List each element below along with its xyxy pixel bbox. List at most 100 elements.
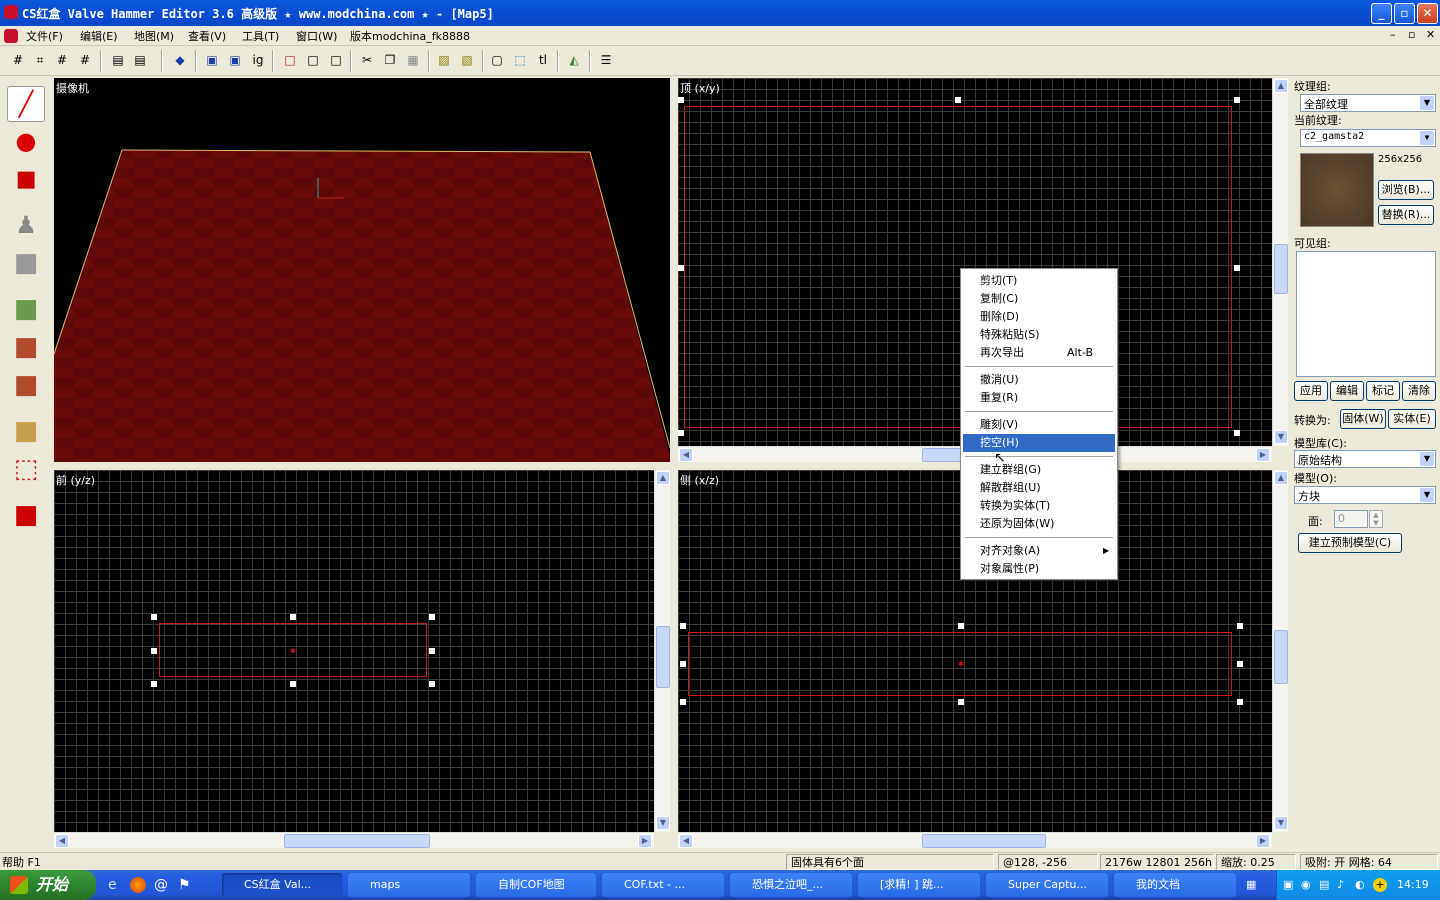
clear-button[interactable]: 清除 bbox=[1402, 381, 1436, 401]
apply-button[interactable]: 应用 bbox=[1294, 381, 1328, 401]
resize-handle[interactable] bbox=[678, 97, 684, 103]
cube-outline-icon[interactable]: □ bbox=[281, 51, 299, 69]
task-my-documents[interactable]: 我的文档 bbox=[1114, 873, 1236, 897]
menu-edit[interactable]: 编辑(E) bbox=[80, 28, 118, 44]
magnify-tool-icon[interactable]: ● bbox=[7, 124, 45, 160]
side-view-hscroll[interactable]: ◀ ▶ bbox=[678, 832, 1272, 848]
resize-handle[interactable] bbox=[151, 681, 157, 687]
menu-item-paste-special[interactable]: 特殊粘贴(S) bbox=[963, 326, 1115, 344]
scroll-right-icon[interactable]: ▶ bbox=[638, 834, 652, 848]
menu-item-group[interactable]: 建立群组(G) bbox=[963, 461, 1115, 479]
select-region-icon[interactable]: ⬚ bbox=[511, 51, 529, 69]
tray-network-icon[interactable]: ▣ bbox=[1283, 878, 1297, 892]
resize-handle[interactable] bbox=[429, 681, 435, 687]
cut-icon[interactable]: ✂ bbox=[358, 51, 376, 69]
resize-handle[interactable] bbox=[680, 623, 686, 629]
resize-handle[interactable] bbox=[151, 614, 157, 620]
resize-handle[interactable] bbox=[1234, 430, 1240, 436]
menu-view[interactable]: 查看(V) bbox=[188, 28, 226, 44]
scroll-up-icon[interactable]: ▲ bbox=[1274, 79, 1288, 93]
tray-update-icon[interactable]: + bbox=[1373, 878, 1387, 892]
to-solid-button[interactable]: 固体(W) bbox=[1340, 409, 1386, 429]
hide-selected-icon[interactable]: ▣ bbox=[203, 51, 221, 69]
hazard-box-icon[interactable]: ▧ bbox=[458, 51, 476, 69]
front-view-vscroll[interactable]: ▲ ▼ bbox=[654, 470, 670, 832]
decal-tool-icon[interactable]: ■ bbox=[7, 368, 45, 404]
scroll-down-icon[interactable]: ▼ bbox=[1274, 816, 1288, 830]
scroll-up-icon[interactable]: ▲ bbox=[1274, 471, 1288, 485]
resize-handle[interactable] bbox=[678, 430, 684, 436]
resize-handle[interactable] bbox=[680, 661, 686, 667]
scroll-down-icon[interactable]: ▼ bbox=[1274, 430, 1288, 444]
texture-lock-icon[interactable]: ◆ bbox=[171, 51, 189, 69]
task-maps[interactable]: maps bbox=[348, 873, 470, 897]
scroll-up-icon[interactable]: ▲ bbox=[656, 471, 670, 485]
ignore-groups-icon[interactable]: ig bbox=[249, 51, 267, 69]
hazard-stripes-icon[interactable]: ▨ bbox=[435, 51, 453, 69]
resize-handle[interactable] bbox=[1237, 623, 1243, 629]
menu-window[interactable]: 窗口(W) bbox=[296, 28, 337, 44]
start-button[interactable]: 开始 bbox=[0, 870, 96, 900]
scroll-left-icon[interactable]: ◀ bbox=[679, 448, 693, 462]
tl-icon[interactable]: tl bbox=[534, 51, 552, 69]
faces-input[interactable]: 0 bbox=[1334, 510, 1368, 528]
firefox-quicklaunch-icon[interactable] bbox=[130, 877, 146, 893]
front-viewport[interactable]: ✶ 前 (y/z) bbox=[54, 470, 654, 832]
entity-tool-icon[interactable]: ♟ bbox=[7, 208, 45, 244]
carve-icon[interactable]: ▤ bbox=[109, 51, 127, 69]
menu-item-export-again[interactable]: 再次导出 Alt-B bbox=[963, 344, 1115, 362]
app-quicklaunch-icon[interactable]: @ bbox=[154, 877, 170, 893]
menu-item-hollow[interactable]: 挖空(H) bbox=[963, 434, 1115, 452]
paste-icon[interactable]: ▦ bbox=[404, 51, 422, 69]
task-forum[interactable]: 恐惧之泣吧_... bbox=[730, 873, 852, 897]
mdi-restore-button[interactable]: ▫ bbox=[1408, 28, 1415, 41]
selection-tool-icon[interactable]: ╱ bbox=[7, 86, 45, 122]
resize-handle[interactable] bbox=[429, 648, 435, 654]
faces-stepper[interactable]: ▲ ▼ bbox=[1369, 510, 1383, 528]
prefab-select[interactable]: 方块 ▼ bbox=[1294, 486, 1436, 504]
scroll-right-icon[interactable]: ▶ bbox=[1256, 448, 1270, 462]
resize-handle[interactable] bbox=[958, 699, 964, 705]
tray-volume-icon[interactable]: ♪ bbox=[1337, 878, 1351, 892]
block-tool-icon[interactable]: ■ bbox=[7, 246, 45, 282]
scroll-thumb[interactable] bbox=[1274, 244, 1288, 294]
resize-handle[interactable] bbox=[1234, 265, 1240, 271]
task-post[interactable]: [求精! ] 跳... bbox=[858, 873, 980, 897]
menu-file[interactable]: 文件(F) bbox=[26, 28, 63, 44]
menu-item-redo[interactable]: 重复(R) bbox=[963, 389, 1115, 407]
mdi-close-button[interactable]: ✕ bbox=[1426, 28, 1435, 41]
prefab-lib-select[interactable]: 原始结构 ▼ bbox=[1294, 450, 1436, 468]
vertex-tool-icon[interactable]: ⬚ bbox=[7, 452, 45, 488]
front-view-hscroll[interactable]: ◀ ▶ bbox=[54, 832, 654, 848]
scroll-left-icon[interactable]: ◀ bbox=[679, 834, 693, 848]
menu-item-carve[interactable]: 雕刻(V) bbox=[963, 416, 1115, 434]
selection-box-icon[interactable]: ▢ bbox=[488, 51, 506, 69]
resize-handle[interactable] bbox=[678, 265, 684, 271]
group-icon[interactable]: ▤ bbox=[131, 51, 149, 69]
menu-version[interactable]: 版本modchina_fk8888 bbox=[350, 28, 470, 44]
menu-item-copy[interactable]: 复制(C) bbox=[963, 290, 1115, 308]
tray-app-icon[interactable]: ◉ bbox=[1301, 878, 1315, 892]
menu-item-align[interactable]: 对齐对象(A) ▶ bbox=[963, 542, 1115, 560]
browse-button[interactable]: 浏览(B)... bbox=[1378, 180, 1434, 200]
scroll-thumb[interactable] bbox=[284, 834, 430, 848]
task-cof-txt[interactable]: COF.txt - ... bbox=[602, 873, 724, 897]
resize-handle[interactable] bbox=[1237, 661, 1243, 667]
edit-button[interactable]: 编辑 bbox=[1330, 381, 1364, 401]
menu-item-ungroup[interactable]: 解散群组(U) bbox=[963, 479, 1115, 497]
resize-handle[interactable] bbox=[680, 699, 686, 705]
menu-item-delete[interactable]: 删除(D) bbox=[963, 308, 1115, 326]
entity-report-icon[interactable]: ☰ bbox=[597, 51, 615, 69]
menu-map[interactable]: 地图(M) bbox=[134, 28, 174, 44]
scroll-thumb[interactable] bbox=[922, 834, 1046, 848]
path-tool-icon[interactable]: ■ bbox=[7, 498, 45, 534]
scroll-thumb[interactable] bbox=[1274, 630, 1288, 684]
menu-item-to-entity[interactable]: 转换为实体(T) bbox=[963, 497, 1115, 515]
mdi-minimize-button[interactable]: – bbox=[1390, 28, 1396, 41]
mark-button[interactable]: 标记 bbox=[1366, 381, 1400, 401]
task-hammer[interactable]: CS红盒 Val... bbox=[222, 873, 342, 897]
visgroup-list[interactable] bbox=[1296, 251, 1436, 377]
resize-handle[interactable] bbox=[955, 97, 961, 103]
resize-handle[interactable] bbox=[1234, 97, 1240, 103]
menu-item-cut[interactable]: 剪切(T) bbox=[963, 272, 1115, 290]
